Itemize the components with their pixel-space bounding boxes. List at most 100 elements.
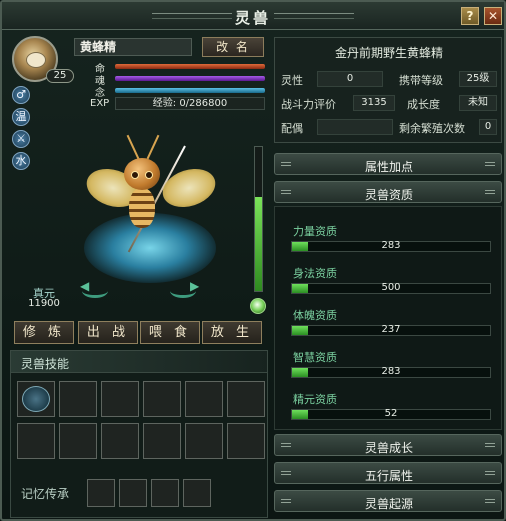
pet-antenna-left <box>126 134 140 160</box>
section-ornament-icon <box>485 162 495 166</box>
strength-aptitude-value: 283 <box>381 240 401 251</box>
exp-label: EXP <box>90 98 110 109</box>
combat-power-label: 战斗力评价 <box>281 98 336 111</box>
section-ornament-icon <box>485 499 495 503</box>
vitality-gauge <box>254 146 263 292</box>
section-ornament-icon <box>485 190 495 194</box>
agility-aptitude-value: 500 <box>381 282 401 293</box>
title-bar[interactable]: 灵兽 ? ✕ <box>2 2 504 30</box>
temperament-icon[interactable]: 温 <box>12 108 30 126</box>
attack-type-icon[interactable]: ⚔ <box>12 130 30 148</box>
combat-power-value: 3135 <box>353 95 395 111</box>
agility-aptitude-label: 身法资质 <box>293 267 337 280</box>
skill-slot[interactable] <box>185 381 223 417</box>
soul-bar <box>115 76 265 81</box>
carry-level-label: 携带等级 <box>399 74 443 87</box>
mind-bar <box>115 88 265 93</box>
section-ornament-icon <box>485 471 495 475</box>
skills-panel: 灵兽技能 记忆传承 <box>10 350 268 518</box>
memory-slot[interactable] <box>183 479 211 507</box>
pet-eye-right <box>145 171 153 179</box>
mate-label: 配偶 <box>281 122 303 135</box>
skill-slot[interactable] <box>17 381 55 417</box>
pet-window: 灵兽 ? ✕ 25 ♂ 温 ⚔ 水 黄蜂精 改 名 命 魂 念 EXP 经验: … <box>0 0 506 521</box>
skill-slot[interactable] <box>227 423 265 459</box>
agility-aptitude-bar: 500 <box>291 283 491 294</box>
deploy-button[interactable]: 出 战 <box>78 321 138 344</box>
pet-full-title: 金丹前期野生黄蜂精 <box>334 46 443 60</box>
skill-slot[interactable] <box>185 423 223 459</box>
level-badge: 25 <box>46 69 74 83</box>
skill-slot[interactable] <box>59 423 97 459</box>
release-button[interactable]: 放 生 <box>202 321 262 344</box>
gender-icon[interactable]: ♂ <box>12 86 30 104</box>
skill-slot[interactable] <box>17 423 55 459</box>
zhenyuan-value: 11900 <box>28 298 60 309</box>
pet-body <box>129 188 155 228</box>
physique-aptitude-bar: 237 <box>291 325 491 336</box>
elements-label: 五行属性 <box>364 469 413 483</box>
essence-aptitude-label: 精元资质 <box>293 393 337 406</box>
feed-button[interactable]: 喂 食 <box>140 321 200 344</box>
lingxing-label: 灵性 <box>281 74 303 87</box>
mind-label: 念 <box>95 88 105 99</box>
skill-slot[interactable] <box>101 423 139 459</box>
skills-header: 灵兽技能 <box>11 351 267 373</box>
breed-count-value: 0 <box>479 119 497 135</box>
strength-aptitude-label: 力量资质 <box>293 225 337 238</box>
essence-aptitude-bar: 52 <box>291 409 491 420</box>
pet-wing-right <box>157 162 221 214</box>
skill-slot[interactable] <box>59 381 97 417</box>
pet-name: 黄蜂精 <box>74 38 192 56</box>
pet-model-view[interactable]: ◀ ▶ <box>66 118 234 298</box>
wisdom-aptitude-value: 283 <box>381 366 401 377</box>
growth-section[interactable]: 灵兽成长 <box>274 434 502 456</box>
pet-eye-left <box>131 171 139 179</box>
element-water-icon[interactable]: 水 <box>12 152 30 170</box>
lingxing-value: 0 <box>317 71 383 87</box>
aptitude-panel: 力量资质 283 身法资质 500 体魄资质 237 智慧资质 283 精元资质… <box>274 206 502 430</box>
window-title: 灵兽 <box>234 9 271 27</box>
attr-bonus-section[interactable]: 属性加点 <box>274 153 502 175</box>
avatar-face-icon <box>26 52 46 68</box>
physique-aptitude-label: 体魄资质 <box>293 309 337 322</box>
exp-value: 经验: 0/286800 <box>115 97 265 110</box>
skill-slot[interactable] <box>227 381 265 417</box>
carry-level-value: 25级 <box>459 71 497 87</box>
elements-section[interactable]: 五行属性 <box>274 462 502 484</box>
gauge-orb-icon[interactable] <box>250 298 266 314</box>
wisdom-aptitude-label: 智慧资质 <box>293 351 337 364</box>
origin-section[interactable]: 灵兽起源 <box>274 490 502 512</box>
strength-aptitude-bar: 283 <box>291 241 491 252</box>
vitality-gauge-fill <box>255 197 262 291</box>
skill-slot[interactable] <box>143 423 181 459</box>
aptitude-section[interactable]: 灵兽资质 <box>274 181 502 203</box>
essence-aptitude-value: 52 <box>384 408 398 419</box>
memory-slot[interactable] <box>87 479 115 507</box>
growth-label: 灵兽成长 <box>364 441 413 455</box>
skill-slot[interactable] <box>101 381 139 417</box>
wisdom-aptitude-bar: 283 <box>291 367 491 378</box>
memory-inherit-label: 记忆传承 <box>21 487 70 501</box>
growth-degree-label: 成长度 <box>407 98 440 111</box>
attr-bonus-label: 属性加点 <box>364 160 413 174</box>
memory-slot[interactable] <box>119 479 147 507</box>
skill-slot[interactable] <box>143 381 181 417</box>
section-ornament-icon <box>485 443 495 447</box>
growth-degree-value: 未知 <box>459 95 497 111</box>
pet-antenna-right <box>146 134 160 160</box>
physique-aptitude-value: 237 <box>381 324 401 335</box>
close-button[interactable]: ✕ <box>484 7 502 25</box>
help-button[interactable]: ? <box>461 7 479 25</box>
hp-bar <box>115 64 265 69</box>
origin-label: 灵兽起源 <box>364 497 413 511</box>
title-ornament-right <box>274 13 354 19</box>
pet-info-panel: 金丹前期野生黄蜂精 灵性 0 携带等级 25级 战斗力评价 3135 成长度 未… <box>274 37 502 143</box>
rotate-left-tip-icon: ◀ <box>80 279 90 293</box>
mate-value <box>317 119 393 135</box>
rotate-right-tip-icon: ▶ <box>190 279 200 293</box>
rename-button[interactable]: 改 名 <box>202 37 264 57</box>
train-button[interactable]: 修 炼 <box>14 321 74 344</box>
memory-slot[interactable] <box>151 479 179 507</box>
breed-count-label: 剩余繁殖次数 <box>399 122 465 135</box>
